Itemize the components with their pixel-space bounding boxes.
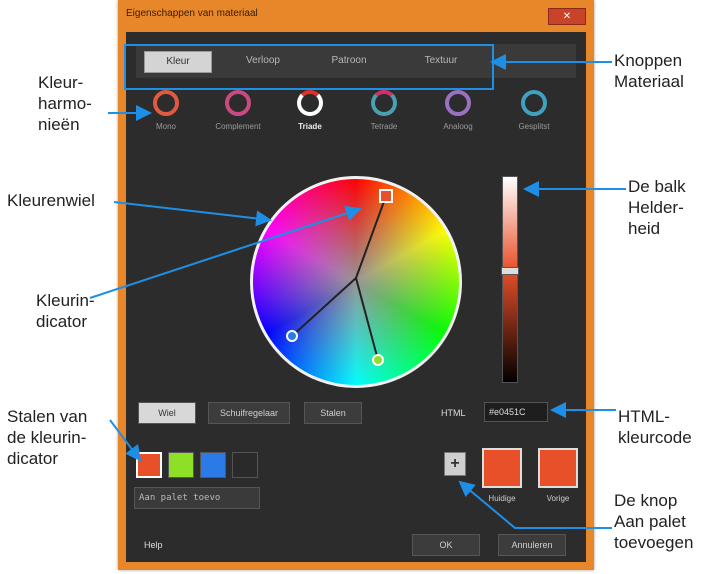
add-to-palette-button[interactable]: + — [444, 452, 466, 476]
harmony-label: Mono — [155, 122, 176, 131]
harmony-gesplitst[interactable]: Gesplitst — [504, 90, 564, 131]
swatch-blue[interactable] — [200, 452, 226, 478]
harmony-tetrade-icon — [371, 90, 397, 116]
brightness-handle[interactable] — [501, 267, 519, 275]
help-link[interactable]: Help — [144, 540, 163, 550]
harmony-gesplitst-icon — [521, 90, 547, 116]
harmony-tetrade[interactable]: Tetrade — [354, 90, 414, 131]
annotation-swatches: Stalen van de kleurin-dicator — [7, 407, 88, 468]
harmony-triade[interactable]: Triade — [280, 90, 340, 131]
harmony-label: Complement — [215, 122, 261, 131]
harmony-label: Triade — [298, 122, 322, 131]
annotation-buttons: Knoppen Materiaal — [614, 51, 684, 91]
current-color-label: Huidige — [488, 494, 516, 503]
add-to-palette-field[interactable]: Aan palet toevo — [134, 487, 260, 509]
swatch-empty[interactable] — [232, 452, 258, 478]
current-color-swatch — [482, 448, 522, 488]
hex-label: HTML — [441, 408, 466, 418]
previous-color-swatch — [538, 448, 578, 488]
harmony-label: Tetrade — [370, 122, 398, 131]
annotation-hexcode: HTML-kleurcode — [618, 407, 692, 447]
harmony-mono-icon — [153, 90, 179, 116]
indicator-handle-green — [372, 354, 384, 366]
indicator-handle-blue — [286, 330, 298, 342]
title-bar: Eigenschappen van materiaal ✕ — [118, 0, 594, 30]
ok-button[interactable]: OK — [412, 534, 480, 556]
hex-input[interactable]: #e0451C — [484, 402, 548, 422]
harmony-analoog[interactable]: Analoog — [428, 90, 488, 131]
close-button[interactable]: ✕ — [548, 8, 586, 25]
harmony-complement[interactable]: Complement — [208, 90, 268, 131]
previous-color-label: Vorige — [546, 494, 570, 503]
annotation-harmonies: Kleur-harmo-nieën — [38, 73, 92, 134]
harmony-analoog-icon — [445, 90, 471, 116]
annotation-brightness: De balk Helder-heid — [628, 177, 686, 238]
mode-wiel-button[interactable]: Wiel — [138, 402, 196, 424]
mode-schuifregelaar-button[interactable]: Schuifregelaar — [208, 402, 290, 424]
harmony-mono[interactable]: Mono — [136, 90, 196, 131]
dialog-body: Kleur Verloop Patroon Textuur Mono Compl… — [126, 32, 586, 562]
harmony-complement-icon — [225, 90, 251, 116]
harmony-triade-icon — [297, 90, 323, 116]
color-indicator[interactable] — [250, 176, 462, 388]
material-buttons-highlight — [124, 44, 494, 90]
annotation-wheel: Kleurenwiel — [7, 191, 95, 210]
annotation-indicator: Kleurin-dicator — [36, 291, 95, 331]
cancel-button[interactable]: Annuleren — [498, 534, 566, 556]
mode-stalen-button[interactable]: Stalen — [304, 402, 362, 424]
swatch-green[interactable] — [168, 452, 194, 478]
swatch-red[interactable] — [136, 452, 162, 478]
window-title: Eigenschappen van materiaal — [126, 8, 258, 19]
harmony-label: Analoog — [443, 122, 473, 131]
harmony-label: Gesplitst — [518, 122, 550, 131]
brightness-bar[interactable] — [501, 176, 519, 383]
annotation-addbutton: De knop Aan palet toevoegen — [614, 491, 694, 552]
indicator-handle-primary — [379, 189, 393, 203]
